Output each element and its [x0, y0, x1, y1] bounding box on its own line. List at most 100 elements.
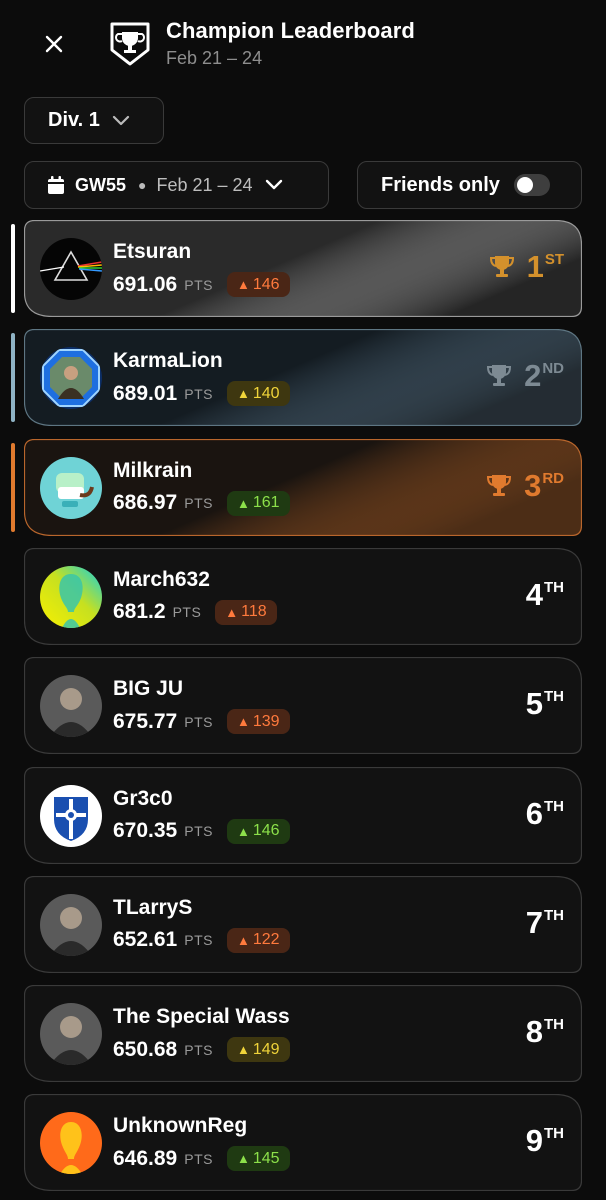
rank-number: 7 — [525, 904, 543, 940]
player-name: March632 — [113, 567, 210, 591]
points-change-badge: ▲ 140 — [226, 381, 290, 407]
rank-number: 2 — [524, 358, 542, 394]
points-change-badge: ▲ 161 — [226, 490, 290, 516]
points-value: 650.68 — [113, 1037, 178, 1061]
rank-number: 1 — [526, 249, 544, 284]
points-unit: PTS — [184, 385, 213, 402]
rank: 3 RD — [486, 468, 564, 504]
points-value: 681.2 — [113, 600, 166, 624]
avatar — [40, 675, 102, 738]
points-value: 670.35 — [113, 819, 178, 842]
rank-accent-bar — [11, 224, 15, 313]
arrow-up-icon: ▲ — [236, 714, 250, 730]
player-name: Milkrain — [113, 458, 193, 482]
division-label: Div. 1 — [48, 109, 100, 131]
avatar — [40, 347, 102, 410]
leaderboard-row[interactable]: BIG JU 675.77 PTS ▲ 139 5 TH — [24, 657, 582, 755]
rank-number: 8 — [525, 1014, 543, 1050]
points-change-badge: ▲ 145 — [226, 1146, 290, 1172]
rank-number: 3 — [524, 467, 542, 503]
friends-only-filter[interactable]: Friends only — [357, 161, 582, 209]
trophy-icon — [486, 364, 512, 393]
rank: 8 TH — [526, 1014, 564, 1050]
gameweek-select[interactable]: GW55 ● Feb 21 – 24 — [24, 161, 329, 209]
points-line: 686.97 PTS ▲ 161 — [113, 490, 290, 516]
points-change-value: 140 — [252, 384, 280, 402]
points-change-value: 146 — [252, 822, 280, 839]
separator-dot: ● — [138, 177, 147, 193]
points-change-value: 149 — [252, 1040, 280, 1058]
rank-suffix: ST — [544, 251, 564, 268]
arrow-up-icon: ▲ — [236, 1151, 250, 1167]
rank: 4 TH — [526, 577, 564, 613]
leaderboard-row[interactable]: Gr3c0 670.35 PTS ▲ 146 6 TH — [24, 766, 582, 864]
points-change-badge: ▲ 118 — [215, 599, 277, 625]
points-change-value: 145 — [252, 1149, 280, 1167]
rank-number: 5 — [525, 686, 543, 722]
points-change-value: 122 — [252, 931, 280, 949]
player-name: KarmaLion — [113, 349, 223, 373]
rank: 1 ST — [489, 249, 564, 285]
row-frame — [24, 657, 582, 755]
arrow-up-icon: ▲ — [236, 386, 250, 402]
points-line: 675.77 PTS ▲ 139 — [113, 709, 290, 735]
page-subtitle: Feb 21 – 24 — [166, 48, 263, 68]
points-change-badge: ▲ 122 — [226, 927, 290, 953]
friends-only-label: Friends only — [381, 173, 500, 196]
leaderboard-row[interactable]: Milkrain 686.97 PTS ▲ 161 3 RD — [11, 438, 582, 536]
trophy-icon — [489, 255, 515, 284]
points-change-value: 146 — [252, 275, 280, 293]
friends-only-toggle[interactable] — [513, 174, 550, 196]
avatar — [40, 1112, 102, 1175]
arrow-up-icon: ▲ — [225, 604, 239, 620]
points-line: 646.89 PTS ▲ 145 — [113, 1146, 290, 1172]
points-unit: PTS — [184, 1150, 213, 1167]
row-frame — [24, 1094, 582, 1192]
leaderboard-screen: Champion Leaderboard Feb 21 – 24 Div. 1 … — [0, 0, 606, 1200]
player-name: Gr3c0 — [113, 786, 173, 810]
leaderboard-row[interactable]: The Special Wass 650.68 PTS ▲ 149 8 TH — [24, 985, 582, 1083]
rank: 9 TH — [526, 1123, 564, 1159]
calendar-icon — [48, 175, 64, 194]
rank-accent-bar — [11, 333, 15, 423]
points-unit: PTS — [184, 1041, 213, 1058]
avatar — [40, 1003, 102, 1066]
points-line: 652.61 PTS ▲ 122 — [113, 927, 290, 953]
rank: 5 TH — [526, 686, 564, 722]
rank-suffix: RD — [542, 469, 564, 487]
points-change-badge: ▲ 149 — [226, 1037, 290, 1063]
arrow-up-icon: ▲ — [236, 277, 250, 292]
points-change-value: 118 — [241, 603, 267, 621]
leaderboard-row[interactable]: Etsuran 691.06 PTS ▲ 146 1 ST — [11, 220, 582, 317]
points-line: 681.2 PTS ▲ 118 — [113, 599, 277, 625]
rank-suffix: TH — [544, 688, 564, 706]
page-title: Champion Leaderboard — [166, 18, 415, 43]
row-frame — [24, 547, 582, 645]
trophy-icon — [486, 474, 512, 503]
leaderboard-row[interactable]: March632 681.2 PTS ▲ 118 4 TH — [24, 547, 582, 645]
points-unit: PTS — [184, 276, 213, 293]
arrow-up-icon: ▲ — [236, 932, 250, 948]
arrow-up-icon: ▲ — [236, 1042, 250, 1058]
avatar — [40, 238, 102, 300]
division-select[interactable]: Div. 1 — [24, 97, 164, 144]
rank-number: 4 — [525, 576, 543, 612]
points-value: 691.06 — [113, 272, 178, 296]
rank-suffix: TH — [544, 906, 564, 924]
points-value: 689.01 — [113, 381, 178, 405]
player-name: The Special Wass — [113, 1005, 290, 1029]
header: Champion Leaderboard Feb 21 – 24 — [0, 0, 606, 90]
close-button[interactable] — [36, 26, 72, 62]
chevron-down-icon — [112, 115, 129, 125]
points-value: 646.89 — [113, 1146, 178, 1170]
leaderboard-row[interactable]: UnknownReg 646.89 PTS ▲ 145 9 TH — [24, 1094, 582, 1192]
row-frame — [24, 985, 582, 1083]
points-unit: PTS — [184, 823, 213, 839]
leaderboard-row[interactable]: TLarryS 652.61 PTS ▲ 122 7 TH — [24, 875, 582, 973]
points-line: 691.06 PTS ▲ 146 — [113, 272, 290, 297]
points-unit: PTS — [184, 713, 213, 730]
leaderboard-row[interactable]: KarmaLion 689.01 PTS ▲ 140 2 ND — [11, 329, 582, 427]
avatar — [40, 893, 102, 956]
close-icon — [45, 35, 63, 53]
points-change-badge: ▲ 146 — [226, 818, 290, 844]
